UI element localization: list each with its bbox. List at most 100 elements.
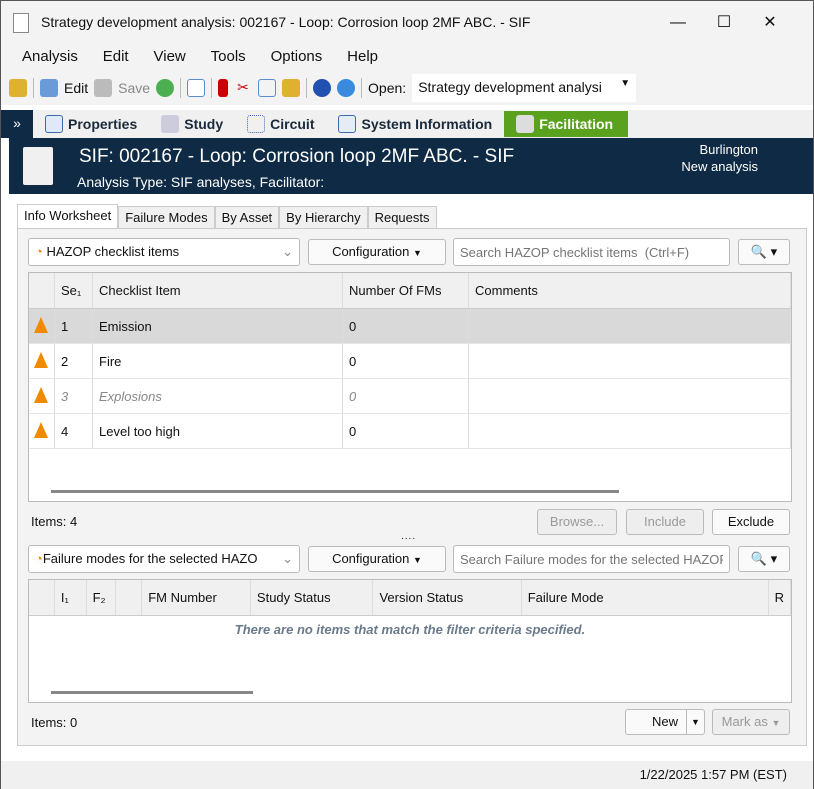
column-fm-number[interactable]: FM Number xyxy=(142,580,251,615)
column-study-status[interactable]: Study Status xyxy=(251,580,374,615)
header-title: SIF: 002167 - Loop: Corrosion loop 2MF A… xyxy=(79,146,515,167)
table-row[interactable]: 4 Level too high 0 xyxy=(29,414,791,449)
nav-properties[interactable]: Properties xyxy=(33,111,149,137)
cell-seq: 1 xyxy=(55,309,93,343)
study-icon xyxy=(161,115,180,133)
separator xyxy=(306,78,308,98)
minimize-button[interactable]: — xyxy=(655,9,701,37)
mark-as-button[interactable]: Mark as ▼ xyxy=(712,709,790,735)
column-checklist-item[interactable]: Checklist Item xyxy=(93,273,343,308)
horizontal-scrollbar[interactable] xyxy=(51,691,253,694)
nav-label: Circuit xyxy=(270,116,315,132)
window-title: Strategy development analysis: 002167 - … xyxy=(41,14,531,30)
column-version-status[interactable]: Version Status xyxy=(373,580,522,615)
include-button[interactable]: Include xyxy=(626,509,704,535)
search-button[interactable]: 🔍 ▾ xyxy=(738,239,790,265)
nav-facilitation[interactable]: Facilitation xyxy=(504,111,629,137)
cell-comments[interactable] xyxy=(469,414,791,448)
tab-info-worksheet[interactable]: Info Worksheet xyxy=(17,204,119,228)
nav-circuit[interactable]: Circuit xyxy=(235,111,326,137)
table-row[interactable]: 3 Explosions 0 xyxy=(29,379,791,414)
menu-tools[interactable]: Tools xyxy=(211,48,246,65)
column-f[interactable]: F₂ xyxy=(87,580,117,615)
column-number-of-fms[interactable]: Number Of FMs xyxy=(343,273,469,308)
cell-checklist-item: Fire xyxy=(93,344,343,378)
tab-requests[interactable]: Requests xyxy=(367,206,437,228)
cell-checklist-item: Explosions xyxy=(93,379,343,413)
nav-study[interactable]: Study xyxy=(149,111,235,137)
properties-icon xyxy=(45,115,63,133)
cell-checklist-item: Emission xyxy=(93,309,343,343)
cell-comments[interactable] xyxy=(469,379,791,413)
copy-icon[interactable] xyxy=(258,79,277,97)
save-button[interactable]: Save xyxy=(118,80,150,96)
chevron-down-icon: ⌄ xyxy=(282,551,293,566)
exclude-button[interactable]: Exclude xyxy=(712,509,790,535)
save-icon xyxy=(94,79,113,97)
tab-by-asset[interactable]: By Asset xyxy=(214,206,280,228)
cell-number-of-fms: 0 xyxy=(343,344,469,378)
open-folder-icon[interactable] xyxy=(9,79,27,97)
column-icon xyxy=(29,273,55,308)
new-button[interactable]: New ▼ xyxy=(625,709,705,735)
column-r[interactable]: R xyxy=(769,580,791,615)
separator xyxy=(211,78,213,98)
facilitation-icon xyxy=(516,115,535,133)
configuration-button-2[interactable]: Configuration ▼ xyxy=(308,546,446,572)
column-icon xyxy=(29,580,55,615)
column-i[interactable]: I₁ xyxy=(55,580,87,615)
paste-icon[interactable] xyxy=(282,79,301,97)
menu-options[interactable]: Options xyxy=(271,48,323,65)
edit-button[interactable]: Edit xyxy=(64,80,88,96)
column-blank[interactable] xyxy=(116,580,143,615)
button-label: New xyxy=(651,714,678,729)
edit-icon[interactable] xyxy=(40,79,58,97)
nav-system-information[interactable]: System Information xyxy=(326,111,504,137)
column-comments[interactable]: Comments xyxy=(469,273,791,308)
failure-modes-search-input[interactable] xyxy=(453,545,730,573)
dropdown-arrow-icon[interactable]: ▼ xyxy=(686,710,704,734)
refresh-icon[interactable] xyxy=(156,79,175,97)
table-row[interactable]: 2 Fire 0 xyxy=(29,344,791,379)
splitter-handle[interactable]: .... xyxy=(401,531,416,542)
delete-icon[interactable] xyxy=(218,79,229,97)
close-button[interactable]: ✕ xyxy=(747,9,793,37)
search-icon: 🔍 xyxy=(750,244,768,259)
cell-comments[interactable] xyxy=(469,309,791,343)
column-seq[interactable]: Se₁ xyxy=(55,273,93,308)
info-icon[interactable] xyxy=(337,79,356,97)
checklist-search-input[interactable] xyxy=(453,238,730,266)
cell-seq: 2 xyxy=(55,344,93,378)
table-row[interactable]: 1 Emission 0 xyxy=(29,309,791,344)
menu-view[interactable]: View xyxy=(154,48,186,65)
separator xyxy=(180,78,182,98)
failure-modes-grid: I₁ F₂ FM Number Study Status Version Sta… xyxy=(28,579,792,703)
tab-failure-modes[interactable]: Failure Modes xyxy=(118,206,215,228)
header-site: Burlington xyxy=(699,142,758,157)
search-button-2[interactable]: 🔍 ▾ xyxy=(738,546,790,572)
cell-checklist-item: Level too high xyxy=(93,414,343,448)
filter-icon: ◔ xyxy=(35,244,47,259)
menu-analysis[interactable]: Analysis xyxy=(22,48,78,65)
maximize-button[interactable]: ☐ xyxy=(701,9,747,37)
configuration-button[interactable]: Configuration ▼ xyxy=(308,239,446,265)
cut-icon[interactable]: ✂ xyxy=(234,79,252,97)
system-information-icon xyxy=(338,115,357,133)
menu-edit[interactable]: Edit xyxy=(103,48,129,65)
nav-label: Facilitation xyxy=(539,116,614,132)
column-failure-mode[interactable]: Failure Mode xyxy=(522,580,769,615)
nav-label: System Information xyxy=(361,116,493,132)
failure-modes-filter-select[interactable]: ◔Failure modes for the selected HAZO ⌄ xyxy=(28,545,300,573)
button-label: Configuration xyxy=(332,244,410,259)
open-select[interactable]: Strategy development analysi ▼ xyxy=(412,74,637,102)
collapse-chevron-icon[interactable]: » xyxy=(1,110,33,138)
checklist-filter-select[interactable]: ◔ HAZOP checklist items ⌄ xyxy=(28,238,300,266)
help-icon[interactable] xyxy=(313,79,332,97)
tab-by-hierarchy[interactable]: By Hierarchy xyxy=(279,206,368,228)
checklist-grid: Se₁ Checklist Item Number Of FMs Comment… xyxy=(28,272,792,502)
cell-comments[interactable] xyxy=(469,344,791,378)
horizontal-scrollbar[interactable] xyxy=(51,490,619,493)
menu-help[interactable]: Help xyxy=(347,48,378,65)
browse-button[interactable]: Browse... xyxy=(537,509,617,535)
new-document-icon[interactable] xyxy=(187,79,206,97)
